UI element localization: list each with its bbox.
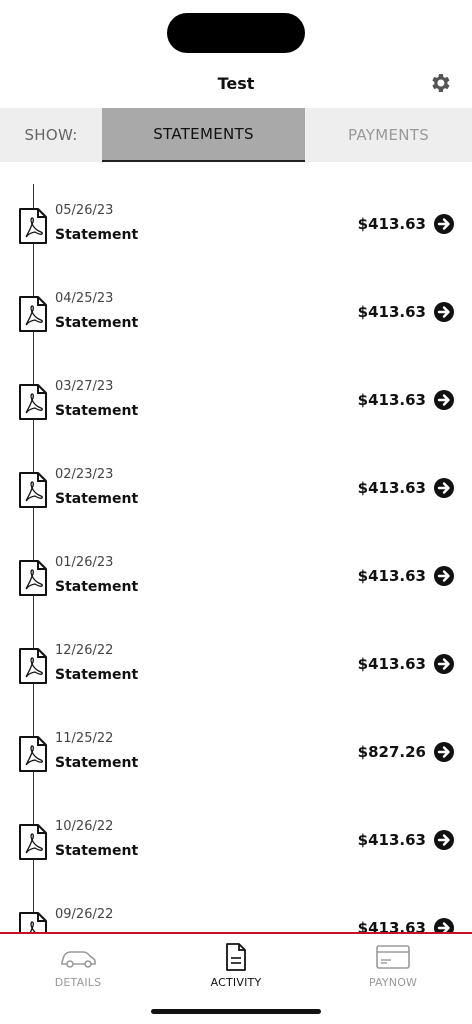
pdf-icon <box>18 824 48 860</box>
statement-label: Statement <box>55 843 139 859</box>
statement-date: 05/26/23 <box>55 203 114 218</box>
top-header: Test <box>0 62 472 108</box>
arrow-right-circle-icon[interactable] <box>433 917 455 932</box>
statement-row[interactable]: 05/26/23 Statement $413.63 <box>0 194 472 264</box>
pdf-icon <box>18 296 48 332</box>
car-icon <box>61 951 96 968</box>
tab-details[interactable]: DETAILS <box>8 938 148 994</box>
statement-amount: $413.63 <box>357 215 426 233</box>
statement-amount: $413.63 <box>357 831 426 849</box>
home-indicator <box>151 1009 321 1014</box>
statement-row[interactable]: 04/25/23 Statement $413.63 <box>0 282 472 352</box>
statement-row[interactable]: 12/26/22 Statement $413.63 <box>0 634 472 704</box>
pdf-icon <box>18 560 48 596</box>
statement-label: Statement <box>55 491 139 507</box>
statement-date: 01/26/23 <box>55 555 114 570</box>
statement-label: Statement <box>55 755 139 771</box>
arrow-right-circle-icon[interactable] <box>433 389 455 411</box>
show-label: SHOW: <box>24 126 78 144</box>
tab-paynow-label: PAYNOW <box>368 976 418 989</box>
statement-amount: $413.63 <box>357 567 426 585</box>
statement-date: 11/25/22 <box>55 731 114 746</box>
tab-payments[interactable]: PAYMENTS <box>305 108 472 162</box>
statement-date: 03/27/23 <box>55 379 114 394</box>
statement-label: Statement <box>55 667 139 683</box>
arrow-right-circle-icon[interactable] <box>433 301 455 323</box>
pdf-icon <box>18 208 48 244</box>
arrow-right-circle-icon[interactable] <box>433 477 455 499</box>
statement-row[interactable]: 03/27/23 Statement $413.63 <box>0 370 472 440</box>
statement-row[interactable]: 10/26/22 Statement $413.63 <box>0 810 472 880</box>
statement-amount: $413.63 <box>357 919 426 932</box>
tab-activity-label: ACTIVITY <box>210 976 262 989</box>
arrow-right-circle-icon[interactable] <box>433 741 455 763</box>
tab-paynow[interactable]: PAYNOW <box>323 938 463 994</box>
app-screen: Test SHOW: STATEMENTS PAYMENTS 05/26/23 S… <box>0 0 472 1024</box>
tab-statements[interactable]: STATEMENTS <box>102 108 305 162</box>
statement-row[interactable]: 02/23/23 Statement $413.63 <box>0 458 472 528</box>
document-icon <box>226 943 246 971</box>
page-title: Test <box>217 74 255 93</box>
statement-amount: $827.26 <box>357 743 426 761</box>
statement-date: 12/26/22 <box>55 643 114 658</box>
statement-label: Statement <box>55 403 139 419</box>
statement-row[interactable]: 11/25/22 Statement $827.26 <box>0 722 472 792</box>
pdf-icon <box>18 384 48 420</box>
pdf-icon <box>18 472 48 508</box>
statement-list: 05/26/23 Statement $413.63 04/25/23 Statemen… <box>0 162 472 932</box>
credit-card-icon <box>376 945 410 969</box>
tab-activity[interactable]: ACTIVITY <box>166 938 306 994</box>
arrow-right-circle-icon[interactable] <box>433 653 455 675</box>
statement-label: Statement <box>55 315 139 331</box>
statement-amount: $413.63 <box>357 479 426 497</box>
arrow-right-circle-icon[interactable] <box>433 565 455 587</box>
statement-date: 02/23/23 <box>55 467 114 482</box>
tab-details-label: DETAILS <box>54 976 102 989</box>
statement-date: 09/26/22 <box>55 907 114 922</box>
arrow-right-circle-icon[interactable] <box>433 829 455 851</box>
arrow-right-circle-icon[interactable] <box>433 213 455 235</box>
pdf-icon <box>18 736 48 772</box>
pdf-icon <box>18 648 48 684</box>
statement-date: 10/26/22 <box>55 819 114 834</box>
statement-label: Statement <box>55 227 139 243</box>
gear-icon[interactable] <box>428 71 452 95</box>
segment-tabs: SHOW: STATEMENTS PAYMENTS <box>0 108 472 162</box>
statement-amount: $413.63 <box>357 303 426 321</box>
dynamic-island <box>167 13 305 53</box>
statement-amount: $413.63 <box>357 655 426 673</box>
statement-amount: $413.63 <box>357 391 426 409</box>
pdf-icon <box>18 912 48 932</box>
statement-row[interactable]: 09/26/22Statement$413.63 <box>0 898 472 932</box>
statement-label: Statement <box>55 579 139 595</box>
statement-date: 04/25/23 <box>55 291 114 306</box>
statement-row[interactable]: 01/26/23 Statement $413.63 <box>0 546 472 616</box>
